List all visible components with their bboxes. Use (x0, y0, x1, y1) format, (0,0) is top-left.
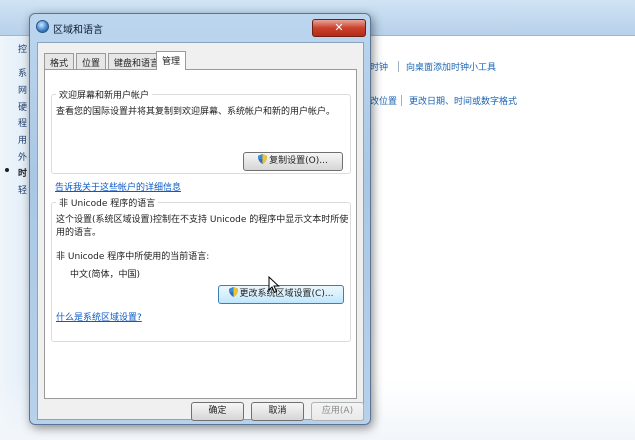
what-is-system-locale-link[interactable]: 什么是系统区域设置? (56, 310, 142, 323)
non-unicode-group: 非 Unicode 程序的语言 这个设置(系统区域设置)控制在不支持 Unico… (51, 196, 351, 342)
background-left-item[interactable]: 外 (18, 150, 27, 163)
change-system-locale-button[interactable]: 更改系统区域设置(C)... (218, 285, 344, 304)
mouse-cursor-icon (268, 276, 280, 294)
ok-button[interactable]: 确定 (191, 402, 244, 421)
non-unicode-group-title: 非 Unicode 程序的语言 (56, 196, 159, 209)
region-language-dialog: 区域和语言 ✕ 格式 位置 键盘和语言 管理 欢迎屏幕和新用户帐户 查看您的国际… (29, 13, 371, 425)
copy-settings-label: 复制设置(O)... (269, 156, 328, 166)
dialog-title: 区域和语言 (53, 25, 103, 36)
background-left-item[interactable]: 控 (18, 42, 27, 55)
welcome-screen-group: 欢迎屏幕和新用户帐户 查看您的国际设置并将其复制到欢迎屏幕、系统帐户和新的用户帐… (51, 88, 351, 174)
background-link-add-clock-gadget[interactable]: 向桌面添加时钟小工具 (406, 60, 496, 73)
dialog-body: 格式 位置 键盘和语言 管理 欢迎屏幕和新用户帐户 查看您的国际设置并将其复制到… (37, 42, 364, 421)
background-link-change-date-format[interactable]: 更改日期、时间或数字格式 (409, 94, 517, 107)
background-left-item[interactable]: 网 (18, 83, 27, 96)
uac-shield-icon (228, 287, 238, 297)
background-left-item[interactable]: 用 (18, 133, 27, 146)
background-left-item[interactable]: 系 (18, 66, 27, 79)
background-left-item[interactable]: 程 (18, 116, 27, 129)
background-left-item-active[interactable]: 时 (18, 166, 27, 179)
cancel-button[interactable]: 取消 (251, 402, 304, 421)
uac-shield-icon (258, 154, 268, 164)
change-system-locale-label: 更改系统区域设置(C)... (239, 289, 334, 299)
background-link-change-location[interactable]: 改位置 (370, 94, 397, 107)
link-separator (401, 95, 402, 106)
copy-settings-button[interactable]: 复制设置(O)... (243, 152, 343, 171)
current-language-value: 中文(简体，中国) (70, 270, 141, 280)
administrative-tab-panel: 欢迎屏幕和新用户帐户 查看您的国际设置并将其复制到欢迎屏幕、系统帐户和新的用户帐… (44, 69, 357, 399)
close-button[interactable]: ✕ (312, 19, 366, 37)
current-language-label: 非 Unicode 程序中所使用的当前语言: (56, 252, 210, 262)
background-link-clock[interactable]: 时钟 (370, 60, 388, 73)
non-unicode-description-line2: 用的语言。 (56, 228, 102, 238)
welcome-group-title: 欢迎屏幕和新用户帐户 (56, 88, 153, 101)
tab-location[interactable]: 位置 (76, 53, 107, 69)
background-left-item[interactable]: 轻 (18, 183, 27, 196)
apply-button[interactable]: 应用(A) (311, 402, 364, 421)
tab-administrative[interactable]: 管理 (156, 51, 187, 70)
non-unicode-description-line1: 这个设置(系统区域设置)控制在不支持 Unicode 的程序中显示文本时所使 (56, 215, 349, 225)
tab-formats[interactable]: 格式 (44, 53, 75, 69)
background-left-item[interactable]: 硬 (18, 100, 27, 113)
accounts-info-link[interactable]: 告诉我关于这些帐户的详细信息 (55, 180, 181, 193)
globe-icon (36, 20, 49, 33)
link-separator (398, 61, 399, 72)
active-item-bullet-icon (5, 168, 9, 172)
welcome-group-description: 查看您的国际设置并将其复制到欢迎屏幕、系统帐户和新的用户帐户。 (56, 107, 336, 117)
